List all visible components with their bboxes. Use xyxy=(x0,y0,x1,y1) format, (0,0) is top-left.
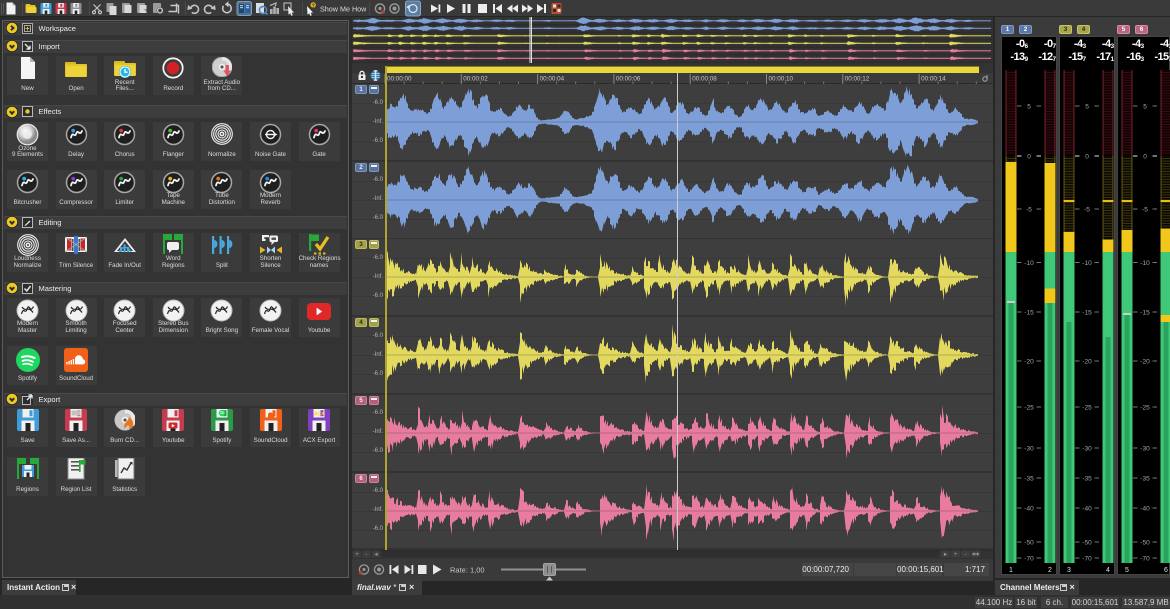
svg-text:-70: -70 xyxy=(1082,556,1092,563)
svg-text:-5: -5 xyxy=(1142,207,1148,214)
svg-text:-70: -70 xyxy=(1024,556,1034,563)
svg-text:5: 5 xyxy=(1125,567,1129,574)
svg-text:-: - xyxy=(365,551,367,558)
svg-text:00:00:04: 00:00:04 xyxy=(540,76,565,83)
svg-text:00:00:10: 00:00:10 xyxy=(769,76,794,83)
svg-text:-5: -5 xyxy=(1084,207,1090,214)
svg-text:-35: -35 xyxy=(1140,476,1150,483)
svg-text:-50: -50 xyxy=(1082,540,1092,547)
svg-text:-30: -30 xyxy=(1024,446,1034,453)
svg-text:5: 5 xyxy=(1027,104,1031,111)
svg-text:00:00:12: 00:00:12 xyxy=(845,76,870,83)
svg-text:-40: -40 xyxy=(1082,506,1092,513)
svg-text:-35: -35 xyxy=(1024,476,1034,483)
svg-text:-30: -30 xyxy=(1140,446,1150,453)
svg-text:-20: -20 xyxy=(1024,359,1034,366)
svg-text:-50: -50 xyxy=(1024,540,1034,547)
svg-text:+: + xyxy=(954,551,958,558)
svg-text:-10: -10 xyxy=(1024,260,1034,267)
svg-text:-15: -15 xyxy=(1140,310,1150,317)
svg-text:-25: -25 xyxy=(1082,405,1092,412)
svg-text:-20: -20 xyxy=(1082,359,1092,366)
svg-text:Show Me How: Show Me How xyxy=(320,5,367,14)
svg-text:-15: -15 xyxy=(1024,310,1034,317)
svg-text:-50: -50 xyxy=(1140,540,1150,547)
svg-text:5: 5 xyxy=(1143,104,1147,111)
svg-text:-10: -10 xyxy=(1082,260,1092,267)
svg-text:2: 2 xyxy=(1048,567,1052,574)
svg-text:-40: -40 xyxy=(1140,506,1150,513)
svg-text:-40: -40 xyxy=(1024,506,1034,513)
svg-text:-25: -25 xyxy=(1140,405,1150,412)
svg-text:Rate: 1,00: Rate: 1,00 xyxy=(450,565,485,574)
svg-text:-5: -5 xyxy=(1026,207,1032,214)
svg-text:00:00:00: 00:00:00 xyxy=(387,76,412,83)
svg-text:+: + xyxy=(355,551,359,558)
svg-text:-30: -30 xyxy=(1082,446,1092,453)
svg-text:5: 5 xyxy=(1085,104,1089,111)
svg-text:0: 0 xyxy=(1143,154,1147,161)
svg-text:0: 0 xyxy=(1027,154,1031,161)
svg-text:-15: -15 xyxy=(1082,310,1092,317)
svg-text:00:00:14: 00:00:14 xyxy=(921,76,946,83)
svg-text:-20: -20 xyxy=(1140,359,1150,366)
svg-text:-70: -70 xyxy=(1140,556,1150,563)
svg-text:00:00:06: 00:00:06 xyxy=(616,76,641,83)
svg-text:00:00:08: 00:00:08 xyxy=(692,76,717,83)
svg-text:3: 3 xyxy=(1067,567,1071,574)
svg-text:6: 6 xyxy=(1164,567,1168,574)
svg-text:-35: -35 xyxy=(1082,476,1092,483)
svg-text:-25: -25 xyxy=(1024,405,1034,412)
svg-text:ACX: ACX xyxy=(314,412,325,418)
svg-text:-: - xyxy=(964,551,966,558)
svg-text:00:00:02: 00:00:02 xyxy=(463,76,488,83)
svg-text:4: 4 xyxy=(1106,567,1110,574)
svg-text:-10: -10 xyxy=(1140,260,1150,267)
svg-text:1: 1 xyxy=(1009,567,1013,574)
svg-text:0: 0 xyxy=(1085,154,1089,161)
